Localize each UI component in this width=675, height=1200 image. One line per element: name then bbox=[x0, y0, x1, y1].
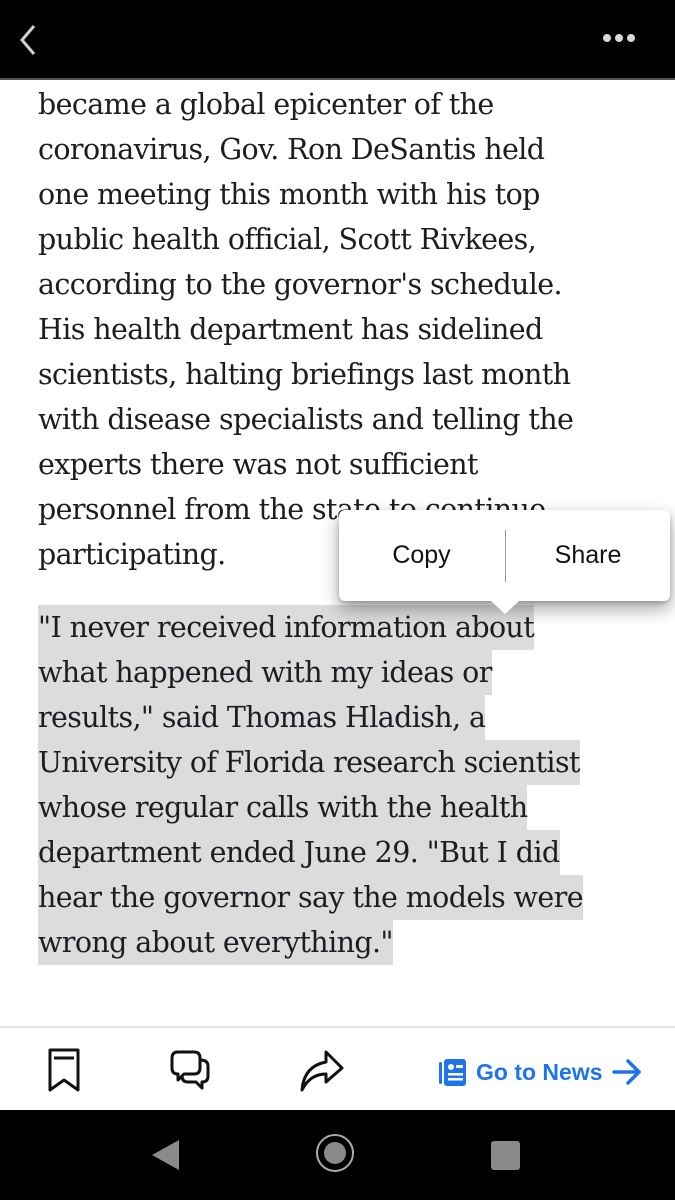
back-chevron-icon[interactable] bbox=[14, 22, 42, 58]
system-navigation-bar bbox=[0, 1110, 675, 1200]
text-line: coronavirus, Gov. Ron DeSantis held bbox=[38, 133, 545, 166]
bookmark-icon[interactable] bbox=[40, 1046, 88, 1094]
nav-recents-icon[interactable] bbox=[491, 1141, 520, 1170]
article-paragraph: became a global epicenter of the coronav… bbox=[38, 82, 658, 577]
text-line: became a global epicenter of the bbox=[38, 88, 494, 121]
selected-quote-paragraph[interactable]: "I never received information about what… bbox=[38, 605, 658, 965]
go-to-news-button[interactable]: Go to News bbox=[436, 1052, 643, 1092]
go-to-news-label: Go to News bbox=[476, 1058, 603, 1085]
text-line: with disease specialists and telling the bbox=[38, 403, 574, 436]
text-line: public health official, Scott Rivkees, bbox=[38, 223, 537, 256]
top-app-bar bbox=[0, 0, 675, 80]
selected-text-line[interactable]: "I never received information about bbox=[38, 605, 535, 650]
share-button[interactable]: Share bbox=[506, 510, 670, 601]
bottom-action-bar: Go to News bbox=[0, 1026, 675, 1110]
selected-text-line[interactable]: wrong about everything." bbox=[38, 920, 394, 965]
newspaper-icon bbox=[439, 1059, 466, 1086]
comments-icon[interactable] bbox=[166, 1046, 214, 1094]
text-selection-popup: Copy Share bbox=[339, 510, 670, 614]
nav-back-icon[interactable] bbox=[152, 1140, 179, 1170]
selected-text-line[interactable]: whose regular calls with the health bbox=[38, 785, 528, 830]
nav-home-icon[interactable] bbox=[316, 1134, 354, 1172]
selected-text-line[interactable]: results," said Thomas Hladish, a bbox=[38, 695, 486, 740]
text-line: according to the governor's schedule. bbox=[38, 268, 563, 301]
selected-text-line[interactable]: what happened with my ideas or bbox=[38, 650, 492, 695]
share-arrow-icon[interactable] bbox=[298, 1046, 346, 1094]
text-line: experts there was not sufficient bbox=[38, 448, 478, 481]
more-options-icon[interactable] bbox=[603, 34, 635, 42]
text-line: one meeting this month with his top bbox=[38, 178, 540, 211]
copy-button[interactable]: Copy bbox=[339, 510, 504, 601]
selected-text-line[interactable]: University of Florida research scientist bbox=[38, 740, 580, 785]
arrow-right-icon bbox=[611, 1059, 641, 1085]
popup-pointer bbox=[491, 601, 519, 614]
text-line: His health department has sidelined bbox=[38, 313, 543, 346]
selected-text-line[interactable]: department ended June 29. "But I did bbox=[38, 830, 560, 875]
text-line: scientists, halting briefings last month bbox=[38, 358, 571, 391]
selected-text-line[interactable]: hear the governor say the models were bbox=[38, 875, 584, 920]
